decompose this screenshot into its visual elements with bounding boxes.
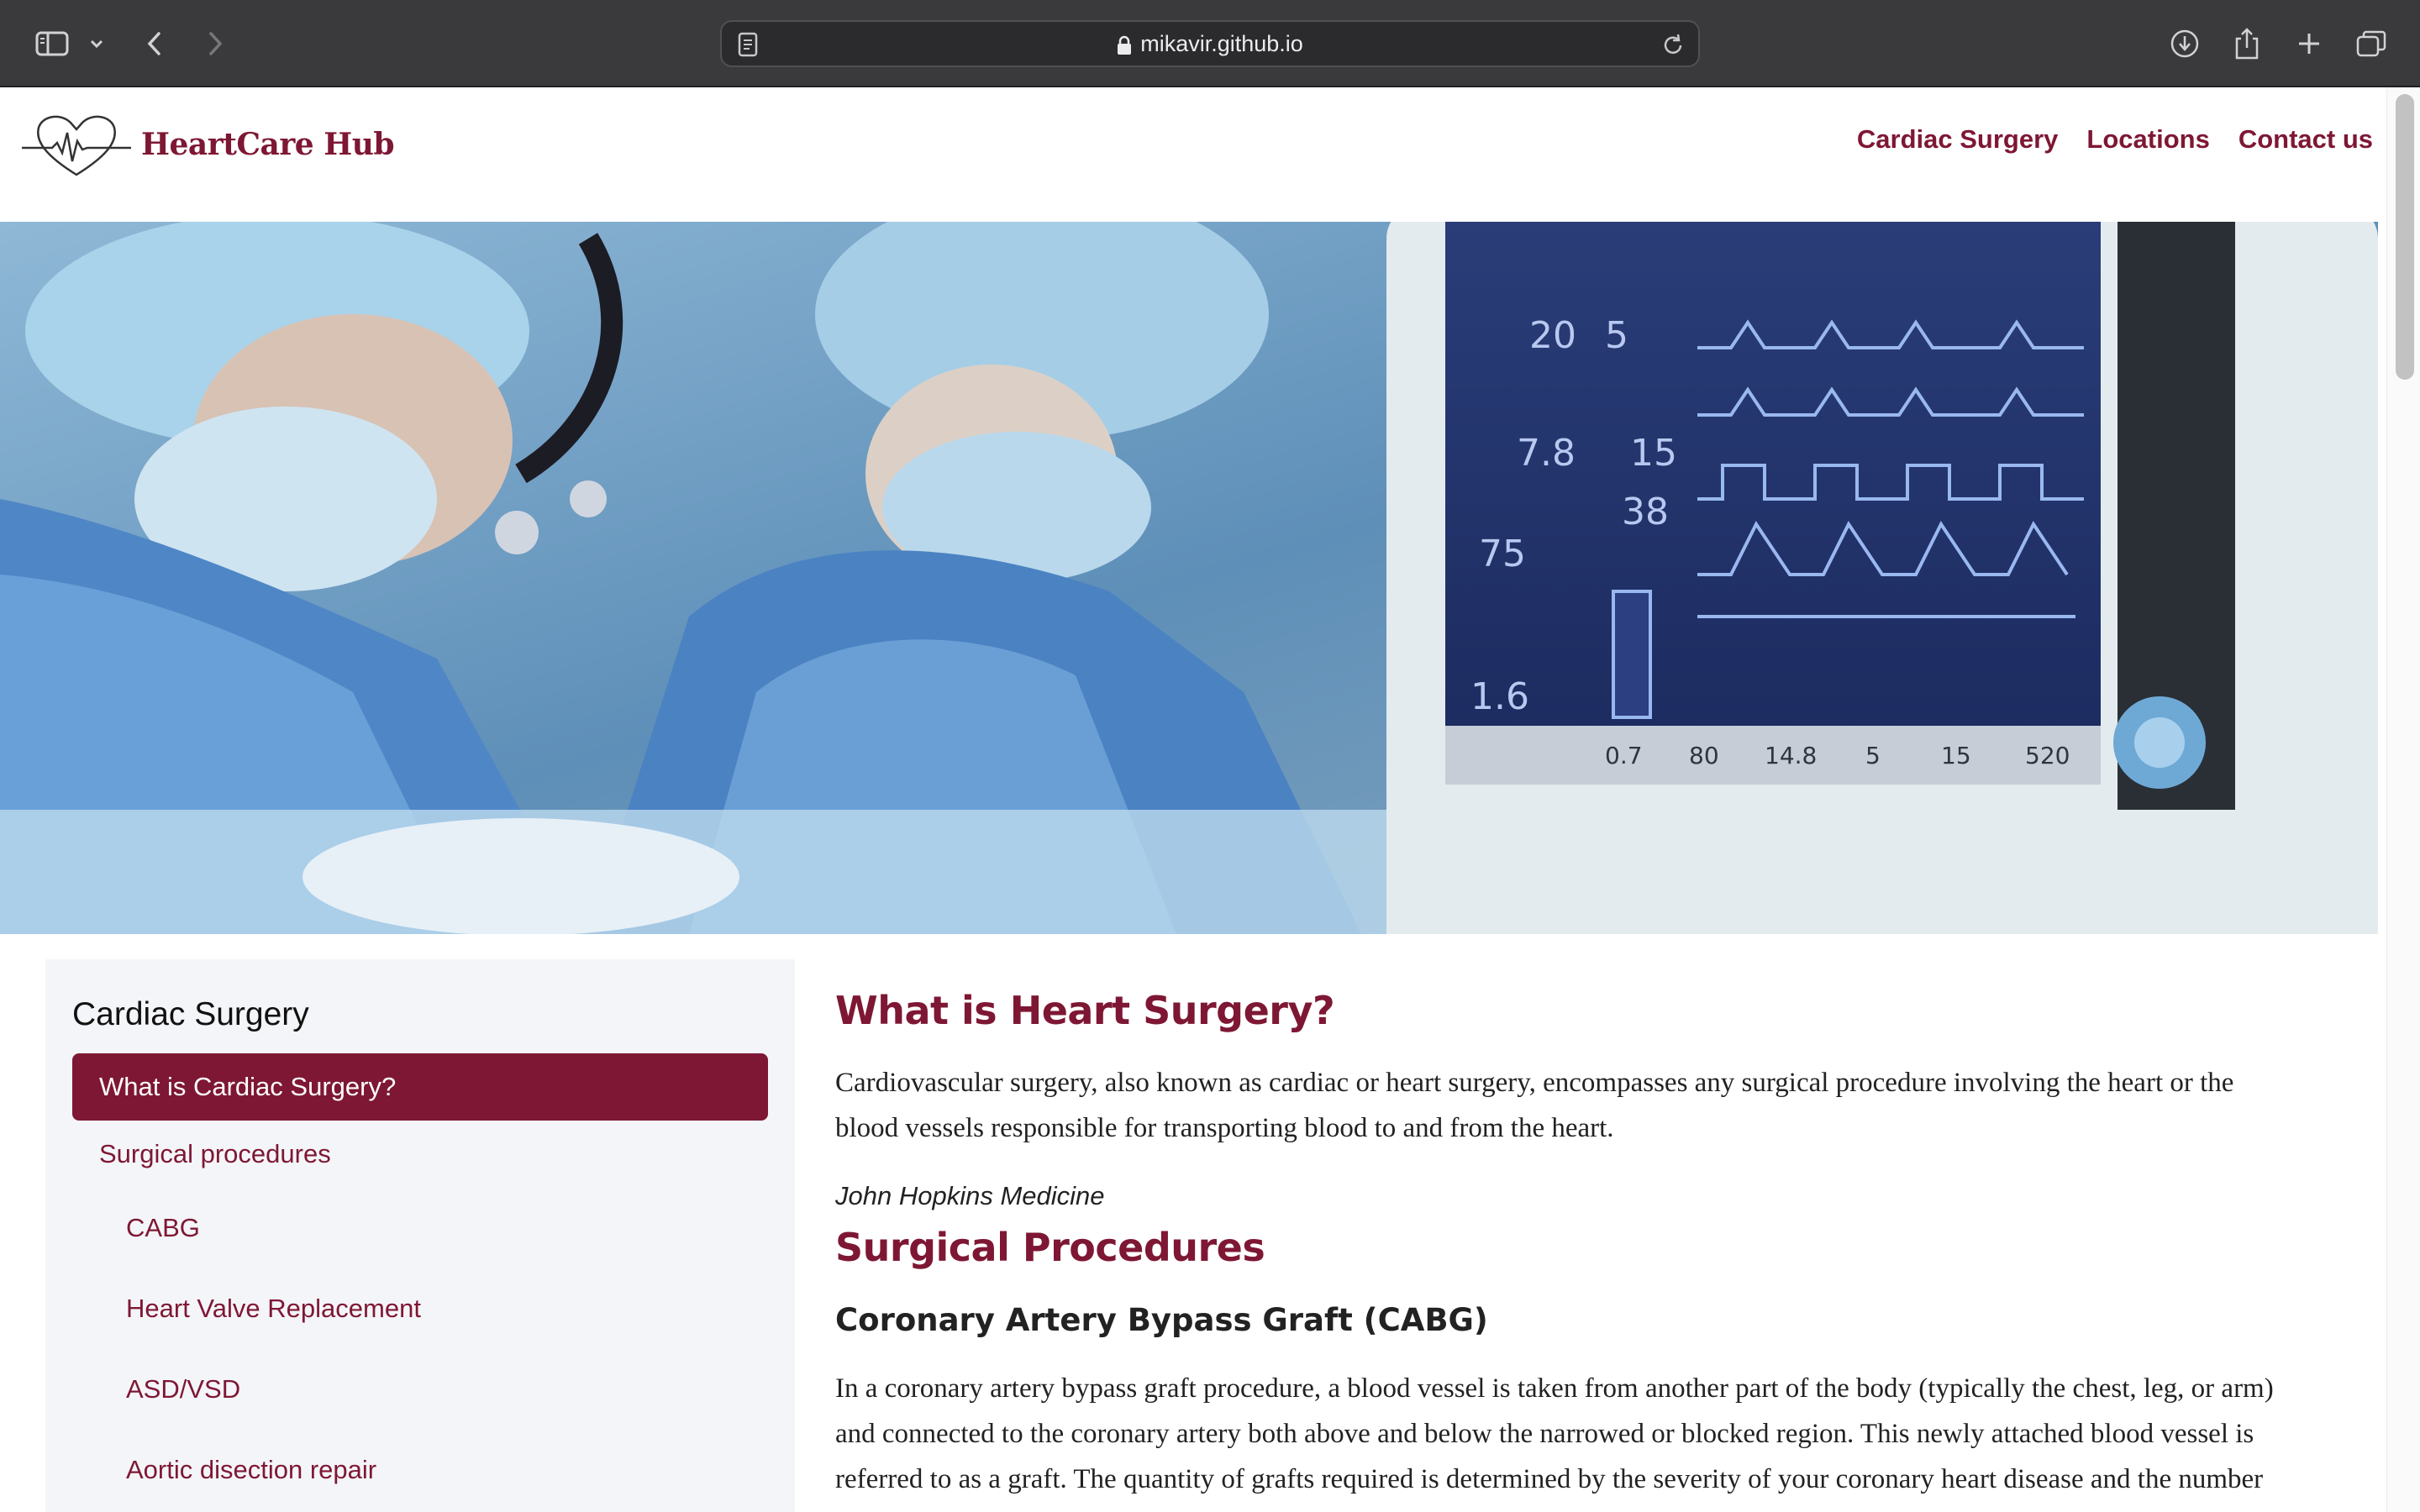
back-icon[interactable] [138, 20, 171, 67]
svg-text:5: 5 [1865, 742, 1881, 769]
section-heading: Surgical Procedures [835, 1225, 1265, 1270]
lock-icon [1117, 35, 1132, 55]
svg-text:15: 15 [1630, 432, 1677, 475]
heart-pulse-logo-icon [22, 115, 131, 176]
svg-text:20: 20 [1529, 314, 1576, 357]
share-icon[interactable] [2228, 20, 2265, 67]
nav-cardiac-surgery[interactable]: Cardiac Surgery [1857, 124, 2059, 155]
nav-locations[interactable]: Locations [2086, 124, 2209, 155]
citation: John Hopkins Medicine [835, 1181, 1105, 1210]
page-title: What is Heart Surgery? [835, 988, 1335, 1033]
svg-text:5: 5 [1605, 314, 1628, 357]
new-tab-icon[interactable] [2291, 20, 2328, 67]
intro-line-1: Cardiovascular surgery, also known as ca… [835, 1068, 2234, 1098]
logo-text: HeartCare Hub [141, 127, 395, 162]
sidebar-icon[interactable] [30, 20, 74, 67]
sidebar-item-asd-vsd[interactable]: ASD/VSD [72, 1356, 768, 1423]
scrollbar-thumb[interactable] [2396, 94, 2414, 380]
url-text: mikavir.github.io [1140, 31, 1303, 56]
svg-text:80: 80 [1689, 742, 1719, 769]
url-display[interactable]: mikavir.github.io [722, 22, 1698, 66]
download-icon[interactable] [2166, 20, 2203, 67]
svg-text:1.6: 1.6 [1470, 675, 1529, 718]
nav-contact-us[interactable]: Contact us [2238, 124, 2373, 155]
forward-icon[interactable] [198, 20, 232, 67]
tabs-overview-icon[interactable] [2353, 20, 2390, 67]
reload-icon[interactable] [1661, 32, 1685, 57]
site-logo[interactable]: HeartCare Hub [20, 109, 395, 180]
sidebar-item-cabg[interactable]: CABG [72, 1194, 768, 1262]
sidebar-title: Cardiac Surgery [72, 996, 309, 1032]
cabg-line-2: and connected to the coronary artery bot… [835, 1419, 2254, 1449]
address-bar[interactable]: mikavir.github.io [720, 20, 1700, 67]
sidebar-item-heart-valve-replacement[interactable]: Heart Valve Replacement [72, 1275, 768, 1342]
sidebar: Cardiac Surgery What is Cardiac Surgery?… [45, 959, 795, 1512]
main-nav: Cardiac Surgery Locations Contact us [1857, 124, 2373, 155]
subheading-cabg: Coronary Artery Bypass Graft (CABG) [835, 1302, 1488, 1338]
sidebar-item-surgical-procedures[interactable]: Surgical procedures [72, 1121, 768, 1188]
page-scrollbar[interactable] [2386, 87, 2420, 1512]
svg-text:0.7: 0.7 [1605, 742, 1643, 769]
site-header: HeartCare Hub Cardiac Surgery Locations … [0, 87, 2378, 222]
svg-text:15: 15 [1941, 742, 1971, 769]
hero-image: 20 5 7.8 15 38 75 1.6 0.7 80 14.8 5 15 520 [0, 222, 2378, 934]
svg-text:520: 520 [2025, 742, 2070, 769]
svg-text:14.8: 14.8 [1765, 742, 1817, 769]
svg-text:75: 75 [1479, 533, 1526, 575]
svg-text:7.8: 7.8 [1517, 432, 1576, 475]
sidebar-item-aortic-dissection-repair[interactable]: Aortic disection repair [72, 1436, 768, 1504]
svg-text:38: 38 [1622, 491, 1669, 533]
browser-toolbar: mikavir.github.io [0, 0, 2420, 87]
cabg-line-3: referred to as a graft. The quantity of … [835, 1464, 2264, 1494]
cabg-line-1: In a coronary artery bypass graft proced… [835, 1373, 2274, 1404]
intro-line-2: blood vessels responsible for transporti… [835, 1113, 1614, 1143]
chevron-down-icon[interactable] [86, 20, 108, 67]
sidebar-item-what-is-cardiac-surgery[interactable]: What is Cardiac Surgery? [72, 1053, 768, 1121]
